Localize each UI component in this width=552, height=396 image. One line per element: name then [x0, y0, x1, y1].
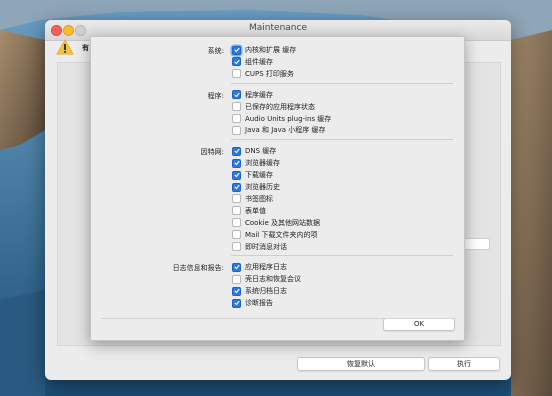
- option-label: 浏览器缓存: [245, 159, 280, 168]
- option-row[interactable]: 浏览器缓存: [232, 158, 280, 168]
- warning-icon: [56, 39, 74, 55]
- checkmark-icon: [233, 300, 240, 306]
- option-label: 壳日志和恢复会议: [245, 275, 301, 284]
- group-label: 程序:: [207, 91, 224, 100]
- checkmark-icon: [233, 92, 240, 97]
- ok-button[interactable]: OK: [383, 318, 455, 331]
- checkbox-checked[interactable]: [232, 158, 241, 168]
- option-row[interactable]: 组件缓存: [232, 57, 273, 67]
- option-label: 已保存的应用程序状态: [245, 102, 315, 111]
- option-row[interactable]: 表单值: [232, 206, 266, 216]
- checkbox-unchecked[interactable]: [232, 242, 241, 251]
- option-row[interactable]: Mail 下载文件夹内的项: [232, 230, 317, 240]
- checkbox-unchecked[interactable]: [232, 102, 241, 112]
- option-label: DNS 缓存: [245, 147, 277, 156]
- option-row[interactable]: 已保存的应用程序状态: [232, 102, 315, 112]
- checkbox-checked[interactable]: [232, 298, 241, 308]
- checkbox-checked[interactable]: [232, 182, 241, 192]
- option-row[interactable]: 浏览器历史: [232, 182, 280, 192]
- run-button[interactable]: 执行: [428, 357, 500, 371]
- checkmark-icon: [233, 161, 240, 166]
- checkbox-unchecked[interactable]: [232, 69, 241, 79]
- option-label: 应用程序日志: [245, 263, 287, 272]
- group-label: 系统:: [207, 47, 224, 55]
- group-separator: [231, 139, 453, 141]
- option-row[interactable]: Java 和 Java 小程序 缓存: [232, 125, 325, 135]
- checkmark-icon: [233, 184, 240, 190]
- option-row[interactable]: 内核和扩展 缓存: [232, 45, 296, 55]
- footer-separator: [101, 318, 456, 319]
- restore-defaults-button[interactable]: 恢复默认: [297, 357, 425, 371]
- checkbox-checked[interactable]: [232, 262, 241, 272]
- checkbox-unchecked[interactable]: [232, 114, 241, 123]
- option-label: 内核和扩展 缓存: [245, 46, 297, 54]
- checkmark-icon: [233, 172, 240, 178]
- option-row[interactable]: 应用程序日志: [232, 262, 287, 272]
- option-label: 系统归档日志: [245, 287, 287, 296]
- option-label: CUPS 打印服务: [245, 69, 294, 78]
- option-label: 诊断报告: [245, 299, 273, 308]
- checkbox-unchecked[interactable]: [232, 230, 241, 240]
- option-label: Cookie 及其他网站数据: [245, 218, 320, 227]
- checkmark-icon: [233, 47, 240, 53]
- option-label: 浏览器历史: [245, 183, 280, 191]
- checkbox-checked[interactable]: [232, 286, 241, 296]
- option-row[interactable]: 诊断报告: [232, 298, 273, 308]
- option-label: 下载缓存: [245, 171, 273, 180]
- checkbox-unchecked[interactable]: [232, 194, 241, 204]
- group-separator: [231, 255, 453, 257]
- checkmark-icon: [233, 149, 240, 154]
- group-separator: [231, 82, 453, 84]
- option-label: 程序缓存: [245, 90, 273, 99]
- checkbox-checked[interactable]: [232, 57, 241, 67]
- checkmark-icon: [233, 265, 240, 270]
- checkbox-checked[interactable]: [232, 146, 241, 156]
- checkbox-unchecked[interactable]: [232, 206, 241, 216]
- checkbox-checked[interactable]: [232, 90, 241, 100]
- option-label: Java 和 Java 小程序 缓存: [245, 126, 326, 135]
- warning-text: 有: [82, 44, 89, 52]
- option-row[interactable]: Audio Units plug-ins 缓存: [232, 114, 331, 124]
- checkbox-unchecked[interactable]: [232, 125, 241, 135]
- option-label: 组件缓存: [245, 57, 273, 66]
- checkmark-icon: [233, 289, 240, 294]
- option-label: 即时消息对话: [245, 242, 287, 251]
- option-row[interactable]: 书签图标: [232, 194, 273, 204]
- group-label: 日志信息和报告:: [172, 264, 224, 273]
- checkbox-unchecked[interactable]: [232, 274, 241, 284]
- option-row[interactable]: CUPS 打印服务: [232, 69, 294, 79]
- checkmark-icon: [233, 59, 240, 64]
- option-row[interactable]: DNS 缓存: [232, 146, 276, 156]
- option-row[interactable]: 即时消息对话: [232, 242, 287, 252]
- option-row[interactable]: 程序缓存: [232, 90, 273, 100]
- checkbox-checked[interactable]: [232, 170, 241, 180]
- group-label: 因特网:: [200, 148, 224, 157]
- option-label: Mail 下载文件夹内的项: [245, 230, 318, 239]
- option-row[interactable]: 下载缓存: [232, 170, 273, 180]
- option-label: 书签图标: [245, 194, 273, 203]
- option-row[interactable]: 壳日志和恢复会议: [232, 274, 301, 284]
- option-row[interactable]: Cookie 及其他网站数据: [232, 218, 320, 228]
- cache-options-sheet: OK 系统: 内核和扩展 缓存 组件缓存 CUPS 打印服务程序: 程序缓存已保存的应用…: [90, 36, 465, 341]
- option-row[interactable]: 系统归档日志: [232, 286, 287, 296]
- checkbox-checked[interactable]: [232, 45, 241, 55]
- checkbox-unchecked[interactable]: [232, 218, 241, 228]
- window-title: Maintenance: [249, 23, 307, 33]
- option-label: 表单值: [245, 206, 266, 215]
- option-label: Audio Units plug-ins 缓存: [245, 114, 332, 123]
